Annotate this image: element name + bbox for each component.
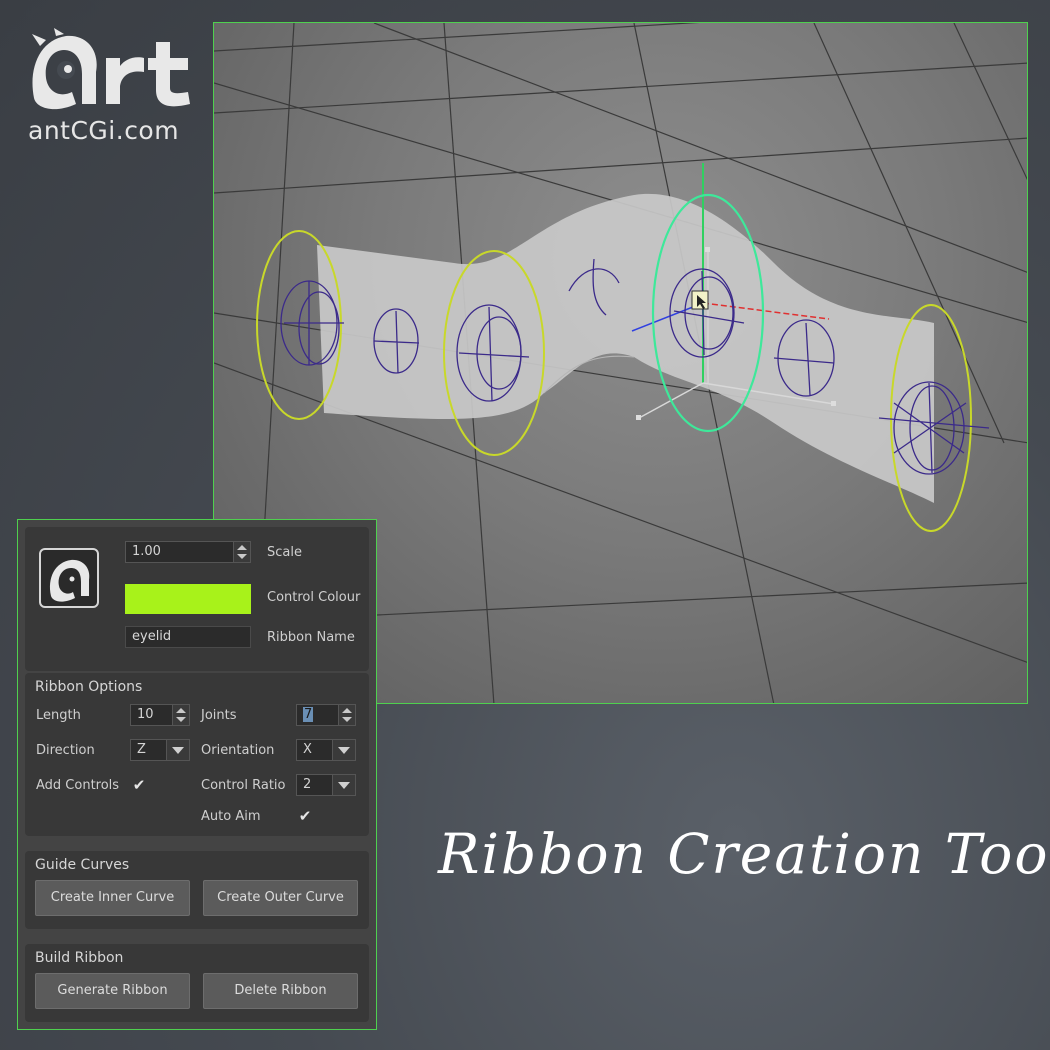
chevron-down-icon <box>338 747 350 754</box>
joints-spinbox[interactable]: 7 <box>296 704 356 726</box>
scale-spin-arrows[interactable] <box>233 542 250 562</box>
ribbon-options-title: Ribbon Options <box>35 679 143 695</box>
guide-curves-section: Guide Curves Create Inner Curve Create O… <box>25 851 369 929</box>
scale-value: 1.00 <box>132 544 161 559</box>
direction-dropdown[interactable]: Z <box>130 739 190 761</box>
control-colour-swatch[interactable] <box>125 584 251 614</box>
orientation-dropdown-arrow[interactable] <box>332 740 355 760</box>
add-controls-checkbox[interactable]: ✔ <box>131 777 147 793</box>
orientation-label: Orientation <box>201 743 275 758</box>
app-logo-icon <box>39 548 99 608</box>
orientation-dropdown[interactable]: X <box>296 739 356 761</box>
auto-aim-label: Auto Aim <box>201 809 261 824</box>
delete-ribbon-button[interactable]: Delete Ribbon <box>203 973 358 1009</box>
joints-value: 7 <box>303 707 314 722</box>
art-logo-mark <box>32 28 190 110</box>
control-colour-label: Control Colour <box>267 590 361 605</box>
auto-aim-checkbox[interactable]: ✔ <box>297 808 313 824</box>
length-value: 10 <box>137 707 154 722</box>
chevron-down-icon <box>172 747 184 754</box>
length-spinbox[interactable]: 10 <box>130 704 190 726</box>
generate-ribbon-button[interactable]: Generate Ribbon <box>35 973 190 1009</box>
direction-value: Z <box>137 742 146 757</box>
ribbon-tool-window: 1.00 Scale Control Colour eyelid Ribbon … <box>17 519 377 1030</box>
header-section: 1.00 Scale Control Colour eyelid Ribbon … <box>25 527 369 671</box>
ribbon-name-label: Ribbon Name <box>267 630 355 645</box>
direction-dropdown-arrow[interactable] <box>166 740 189 760</box>
ribbon-name-input[interactable]: eyelid <box>125 626 251 648</box>
joints-label: Joints <box>201 708 237 723</box>
logo-url-text: antCGi.com <box>28 116 180 145</box>
scale-spinbox[interactable]: 1.00 <box>125 541 251 563</box>
direction-label: Direction <box>36 743 95 758</box>
control-ratio-dropdown[interactable]: 2 <box>296 774 356 796</box>
ribbon-name-value: eyelid <box>132 629 172 644</box>
scale-label: Scale <box>267 545 302 560</box>
create-inner-curve-button[interactable]: Create Inner Curve <box>35 880 190 916</box>
control-ratio-value: 2 <box>303 777 312 792</box>
build-ribbon-section: Build Ribbon Generate Ribbon Delete Ribb… <box>25 944 369 1022</box>
control-ratio-dropdown-arrow[interactable] <box>332 775 355 795</box>
brand-logo: antCGi.com <box>26 28 201 148</box>
add-controls-label: Add Controls <box>36 778 120 793</box>
orientation-value: X <box>303 742 312 757</box>
length-spin-arrows[interactable] <box>172 705 189 725</box>
control-ratio-label: Control Ratio <box>201 778 286 793</box>
create-outer-curve-button[interactable]: Create Outer Curve <box>203 880 358 916</box>
ribbon-options-section: Ribbon Options Length 10 Joints 7 Direct… <box>25 673 369 836</box>
guide-curves-title: Guide Curves <box>35 857 130 873</box>
build-ribbon-title: Build Ribbon <box>35 950 124 966</box>
caption-title: Ribbon Creation Tool <box>438 822 1050 886</box>
joints-spin-arrows[interactable] <box>338 705 355 725</box>
length-label: Length <box>36 708 81 723</box>
chevron-down-icon <box>338 782 350 789</box>
ribbon-surface <box>317 193 934 503</box>
